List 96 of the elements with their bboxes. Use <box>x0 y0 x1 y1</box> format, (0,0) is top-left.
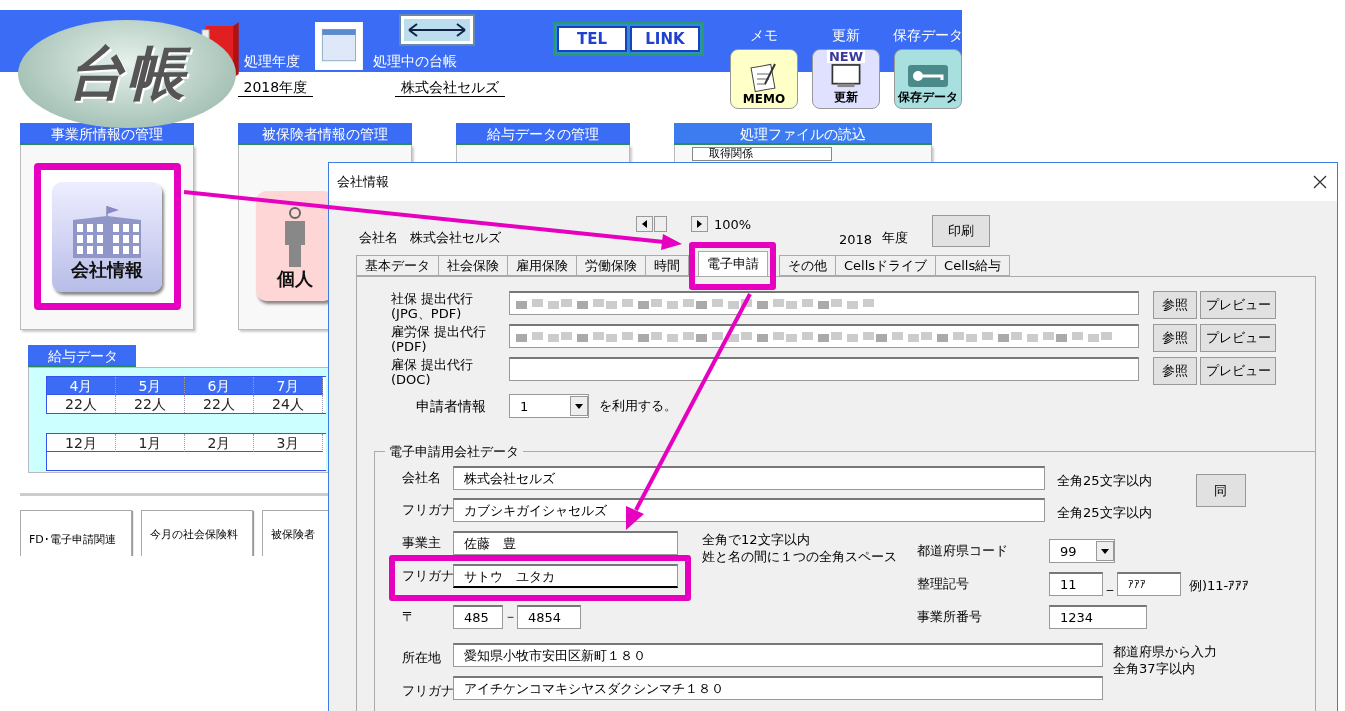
field-label: 会社名 <box>401 469 442 487</box>
tab[interactable]: 社会保険 <box>438 255 508 276</box>
company-name: 株式会社セルズ <box>410 229 502 247</box>
tool-label: メモ <box>750 26 778 44</box>
month-cell[interactable]: 5月 <box>116 377 185 395</box>
processing-year: 2018年度 <box>237 78 314 97</box>
tab[interactable]: 労働保険 <box>576 255 646 276</box>
zoom-scrollbar-icon[interactable] <box>636 216 708 232</box>
month-cell[interactable]: 12月 <box>47 434 116 452</box>
field-note: 都道府県から入力 全角37字以内 <box>1113 643 1217 677</box>
postal-separator: － <box>503 608 517 626</box>
month-cell[interactable]: 3月 <box>254 434 323 452</box>
link-button[interactable]: TEL <box>557 26 627 52</box>
same-button[interactable]: 同 <box>1195 474 1246 507</box>
month-cell[interactable]: 7月 <box>254 377 323 395</box>
path-field[interactable] <box>509 357 1139 381</box>
field-label: 事業主 <box>401 534 442 552</box>
tool-button[interactable]: 保存データ <box>894 49 962 109</box>
browse-button[interactable]: 参照 <box>1153 324 1197 352</box>
tool-button[interactable]: MEMO <box>730 49 798 109</box>
tab[interactable]: 時間 <box>645 255 689 276</box>
applicant-select[interactable]: 1 <box>509 394 589 418</box>
field-label: 所在地 <box>401 649 442 667</box>
app-logo: 台帳 <box>18 20 236 128</box>
text-field[interactable]: ｱｱｱ <box>1117 572 1181 596</box>
field-label: フリガナ <box>401 682 453 700</box>
panel-header: 被保険者情報の管理 <box>238 123 412 145</box>
field-note: 全角25文字以内 <box>1057 504 1152 521</box>
preview-button[interactable]: プレビュー <box>1200 291 1276 319</box>
field-label: 社保 提出代行 (JPG、PDF) <box>390 291 475 321</box>
ledger-label: 処理中の台帳 <box>372 52 457 70</box>
year-label: 処理年度 <box>243 52 300 70</box>
field-label: 都道府県コード <box>917 542 1009 560</box>
print-button[interactable]: 印刷 <box>932 215 991 247</box>
tab[interactable]: Cellsドライブ <box>835 255 937 276</box>
field-note: 全角25文字以内 <box>1057 472 1152 489</box>
field-label: 申請者情報 <box>415 397 487 416</box>
postal-field[interactable]: 4854 <box>517 605 581 629</box>
dialog-year: 2018 <box>839 232 873 247</box>
field-label: 整理記号 <box>917 575 970 593</box>
field-label: 事業所番号 <box>917 608 983 626</box>
current-ledger: 株式会社セルズ <box>394 78 505 97</box>
year-unit: 年度 <box>882 229 909 247</box>
text-field[interactable]: カブシキガイシャセルズ <box>453 498 1045 522</box>
text-field[interactable]: アイチケンコマキシヤスダクシンマチ１８０ <box>453 676 1103 700</box>
postal-field[interactable]: 485 <box>453 605 503 629</box>
browse-button[interactable]: 参照 <box>1153 357 1197 385</box>
field-label: フリガナ <box>401 567 453 585</box>
field-label: フリガナ <box>401 501 453 519</box>
tool-label: 更新 <box>832 26 860 44</box>
text-field[interactable]: 1234 <box>1049 605 1147 629</box>
text-field[interactable]: サトウ ユタカ <box>453 564 678 588</box>
month-cell[interactable]: 4月 <box>47 377 116 395</box>
calendar-icon[interactable] <box>314 20 363 72</box>
tab[interactable]: その他 <box>779 255 836 276</box>
field-label: 〒 <box>401 608 416 626</box>
text-field[interactable]: 株式会社セルズ <box>453 466 1045 490</box>
company-label: 会社名 <box>359 229 398 247</box>
close-icon[interactable] <box>1313 175 1327 189</box>
month-cell[interactable]: 1月 <box>116 434 185 452</box>
tab[interactable]: 電子申請 <box>698 251 768 276</box>
tab[interactable]: 基本データ <box>356 255 439 276</box>
month-cell[interactable]: 6月 <box>185 377 254 395</box>
group-title: 電子申請用会社データ <box>385 443 523 461</box>
shortcut-button[interactable]: FD･電子申請関連 <box>20 510 132 556</box>
text-field[interactable]: 佐藤 豊 <box>453 531 678 555</box>
preview-button[interactable]: プレビュー <box>1200 324 1276 352</box>
panel-header: 事業所情報の管理 <box>20 123 194 145</box>
reference-separator: _ <box>1105 575 1115 593</box>
file-select[interactable]: 取得関係 <box>692 147 832 161</box>
company-info-tile[interactable]: 会社情報 <box>52 181 162 292</box>
zoom-percent: 100% <box>714 216 753 232</box>
monitor-icon <box>829 63 863 89</box>
swap-arrows-icon[interactable] <box>398 14 475 46</box>
path-field[interactable] <box>509 324 1139 348</box>
text-field[interactable]: 11 <box>1049 572 1103 596</box>
month-cell[interactable]: 2月 <box>185 434 254 452</box>
tool-button[interactable]: NEW 更新 <box>812 49 880 109</box>
text-field[interactable]: 愛知県小牧市安田区新町１８０ <box>453 643 1103 667</box>
dialog-title: 会社情報 <box>337 173 389 191</box>
path-field[interactable] <box>509 291 1139 315</box>
tool-label: 保存データ <box>893 26 962 44</box>
field-label: 雇保 提出代行 (DOC) <box>390 357 475 387</box>
shortcut-button[interactable]: 今月の社会保険料 <box>141 510 253 556</box>
panel-header: 給与データの管理 <box>456 123 630 145</box>
prefecture-select[interactable]: 99 <box>1049 539 1115 563</box>
field-note: 全角で12文字以内 姓と名の間に１つの全角スペース <box>702 531 897 565</box>
link-button[interactable]: LINK <box>630 26 700 52</box>
reference-example: 例)11-ｱｱｱ <box>1189 577 1250 595</box>
browse-button[interactable]: 参照 <box>1153 291 1197 319</box>
tab[interactable]: Cells給与 <box>935 255 1011 276</box>
preview-button[interactable]: プレビュー <box>1200 357 1276 385</box>
panel-header: 処理ファイルの読込 <box>674 123 932 145</box>
tab[interactable]: 雇用保険 <box>507 255 577 276</box>
applicant-suffix: を利用する。 <box>599 397 677 415</box>
field-label: 雇労保 提出代行 (PDF) <box>390 324 488 354</box>
